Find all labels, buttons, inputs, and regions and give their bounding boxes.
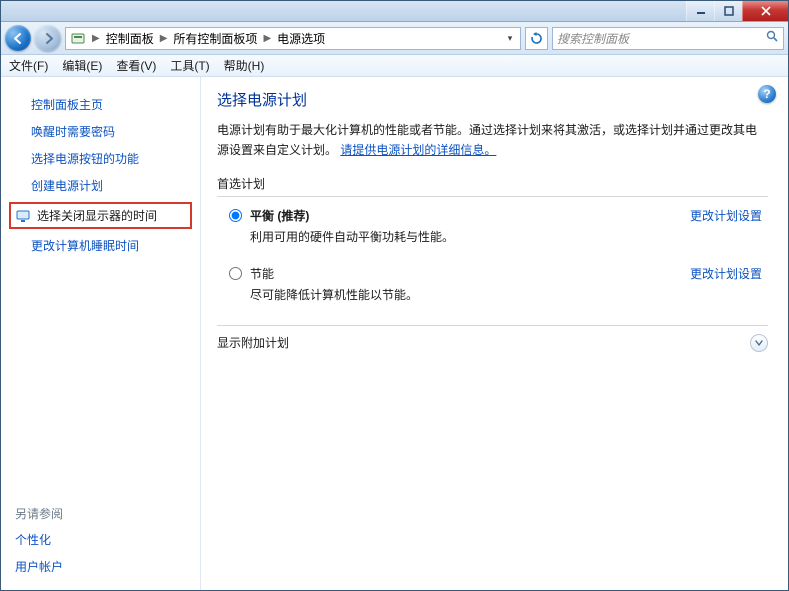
chevron-right-icon: ▶ bbox=[156, 33, 172, 44]
page-heading: 选择电源计划 bbox=[217, 89, 768, 110]
preferred-plans-box: 平衡 (推荐) 利用可用的硬件自动平衡功耗与性能。 更改计划设置 节能 尽可能降… bbox=[217, 196, 768, 309]
control-panel-window: ▶ 控制面板 ▶ 所有控制面板项 ▶ 电源选项 ▾ 搜索控制面板 文件(F) 编… bbox=[0, 0, 789, 591]
search-placeholder: 搜索控制面板 bbox=[557, 30, 629, 47]
plan-balanced-title: 平衡 (推荐) bbox=[250, 207, 690, 224]
breadcrumb-item-mid[interactable]: 所有控制面板项 bbox=[171, 30, 259, 47]
nav-back-button[interactable] bbox=[5, 25, 31, 51]
body-area: 控制面板主页 唤醒时需要密码 选择电源按钮的功能 创建电源计划 选择关闭显示器的… bbox=[1, 77, 788, 590]
nav-forward-button[interactable] bbox=[35, 25, 61, 51]
plan-power-saver-title: 节能 bbox=[250, 265, 690, 282]
control-panel-icon bbox=[70, 30, 86, 46]
navbar: ▶ 控制面板 ▶ 所有控制面板项 ▶ 电源选项 ▾ 搜索控制面板 bbox=[1, 22, 788, 55]
menu-view[interactable]: 查看(V) bbox=[116, 57, 156, 74]
plan-power-saver-change-link[interactable]: 更改计划设置 bbox=[690, 265, 762, 282]
sidebar-highlighted-label: 选择关闭显示器的时间 bbox=[37, 207, 157, 224]
menubar: 文件(F) 编辑(E) 查看(V) 工具(T) 帮助(H) bbox=[1, 55, 788, 77]
plan-balanced: 平衡 (推荐) 利用可用的硬件自动平衡功耗与性能。 更改计划设置 bbox=[217, 207, 768, 251]
sidebar-link-sleep-time[interactable]: 更改计算机睡眠时间 bbox=[1, 232, 200, 259]
see-also-user-accounts[interactable]: 用户帐户 bbox=[1, 553, 200, 580]
sidebar: 控制面板主页 唤醒时需要密码 选择电源按钮的功能 创建电源计划 选择关闭显示器的… bbox=[1, 77, 201, 590]
search-input[interactable]: 搜索控制面板 bbox=[552, 27, 784, 50]
breadcrumb-item-root[interactable]: 控制面板 bbox=[104, 30, 156, 47]
sidebar-home-link[interactable]: 控制面板主页 bbox=[1, 91, 200, 118]
chevron-right-icon: ▶ bbox=[88, 33, 104, 44]
learn-more-link[interactable]: 请提供电源计划的详细信息。 bbox=[340, 143, 496, 157]
plan-power-saver: 节能 尽可能降低计算机性能以节能。 更改计划设置 bbox=[217, 265, 768, 309]
sidebar-link-wake-password[interactable]: 唤醒时需要密码 bbox=[1, 118, 200, 145]
show-additional-plans-row[interactable]: 显示附加计划 bbox=[217, 325, 768, 352]
refresh-button[interactable] bbox=[525, 27, 548, 50]
chevron-down-icon[interactable] bbox=[750, 334, 768, 352]
show-additional-plans-label: 显示附加计划 bbox=[217, 334, 289, 351]
plan-power-saver-desc: 尽可能降低计算机性能以节能。 bbox=[250, 286, 690, 303]
sidebar-link-power-button[interactable]: 选择电源按钮的功能 bbox=[1, 145, 200, 172]
plan-power-saver-radio[interactable] bbox=[229, 267, 242, 280]
maximize-button[interactable] bbox=[714, 1, 742, 21]
help-icon[interactable]: ? bbox=[758, 85, 776, 103]
breadcrumb-dropdown-icon[interactable]: ▾ bbox=[502, 33, 518, 44]
close-button[interactable] bbox=[742, 1, 788, 21]
chevron-right-icon: ▶ bbox=[259, 33, 275, 44]
menu-edit[interactable]: 编辑(E) bbox=[62, 57, 102, 74]
plan-balanced-desc: 利用可用的硬件自动平衡功耗与性能。 bbox=[250, 228, 690, 245]
see-also-personalization[interactable]: 个性化 bbox=[1, 526, 200, 553]
menu-tools[interactable]: 工具(T) bbox=[170, 57, 209, 74]
menu-help[interactable]: 帮助(H) bbox=[224, 57, 265, 74]
plan-balanced-radio[interactable] bbox=[229, 209, 242, 222]
breadcrumb[interactable]: ▶ 控制面板 ▶ 所有控制面板项 ▶ 电源选项 ▾ bbox=[65, 27, 521, 50]
preferred-plans-label: 首选计划 bbox=[217, 175, 768, 192]
sidebar-spacer bbox=[1, 259, 200, 499]
page-description: 电源计划有助于最大化计算机的性能或者节能。通过选择计划来将其激活，或选择计划并通… bbox=[217, 120, 768, 161]
plan-balanced-change-link[interactable]: 更改计划设置 bbox=[690, 207, 762, 224]
sidebar-link-display-off-highlighted[interactable]: 选择关闭显示器的时间 bbox=[9, 202, 192, 229]
menu-file[interactable]: 文件(F) bbox=[9, 57, 48, 74]
sidebar-link-create-plan[interactable]: 创建电源计划 bbox=[1, 172, 200, 199]
see-also-label: 另请参阅 bbox=[1, 499, 200, 526]
minimize-button[interactable] bbox=[686, 1, 714, 21]
content-area: ? 选择电源计划 电源计划有助于最大化计算机的性能或者节能。通过选择计划来将其激… bbox=[201, 77, 788, 590]
search-icon[interactable] bbox=[766, 30, 779, 46]
breadcrumb-item-leaf[interactable]: 电源选项 bbox=[275, 30, 327, 47]
window-titlebar bbox=[1, 1, 788, 22]
monitor-icon bbox=[15, 208, 31, 224]
